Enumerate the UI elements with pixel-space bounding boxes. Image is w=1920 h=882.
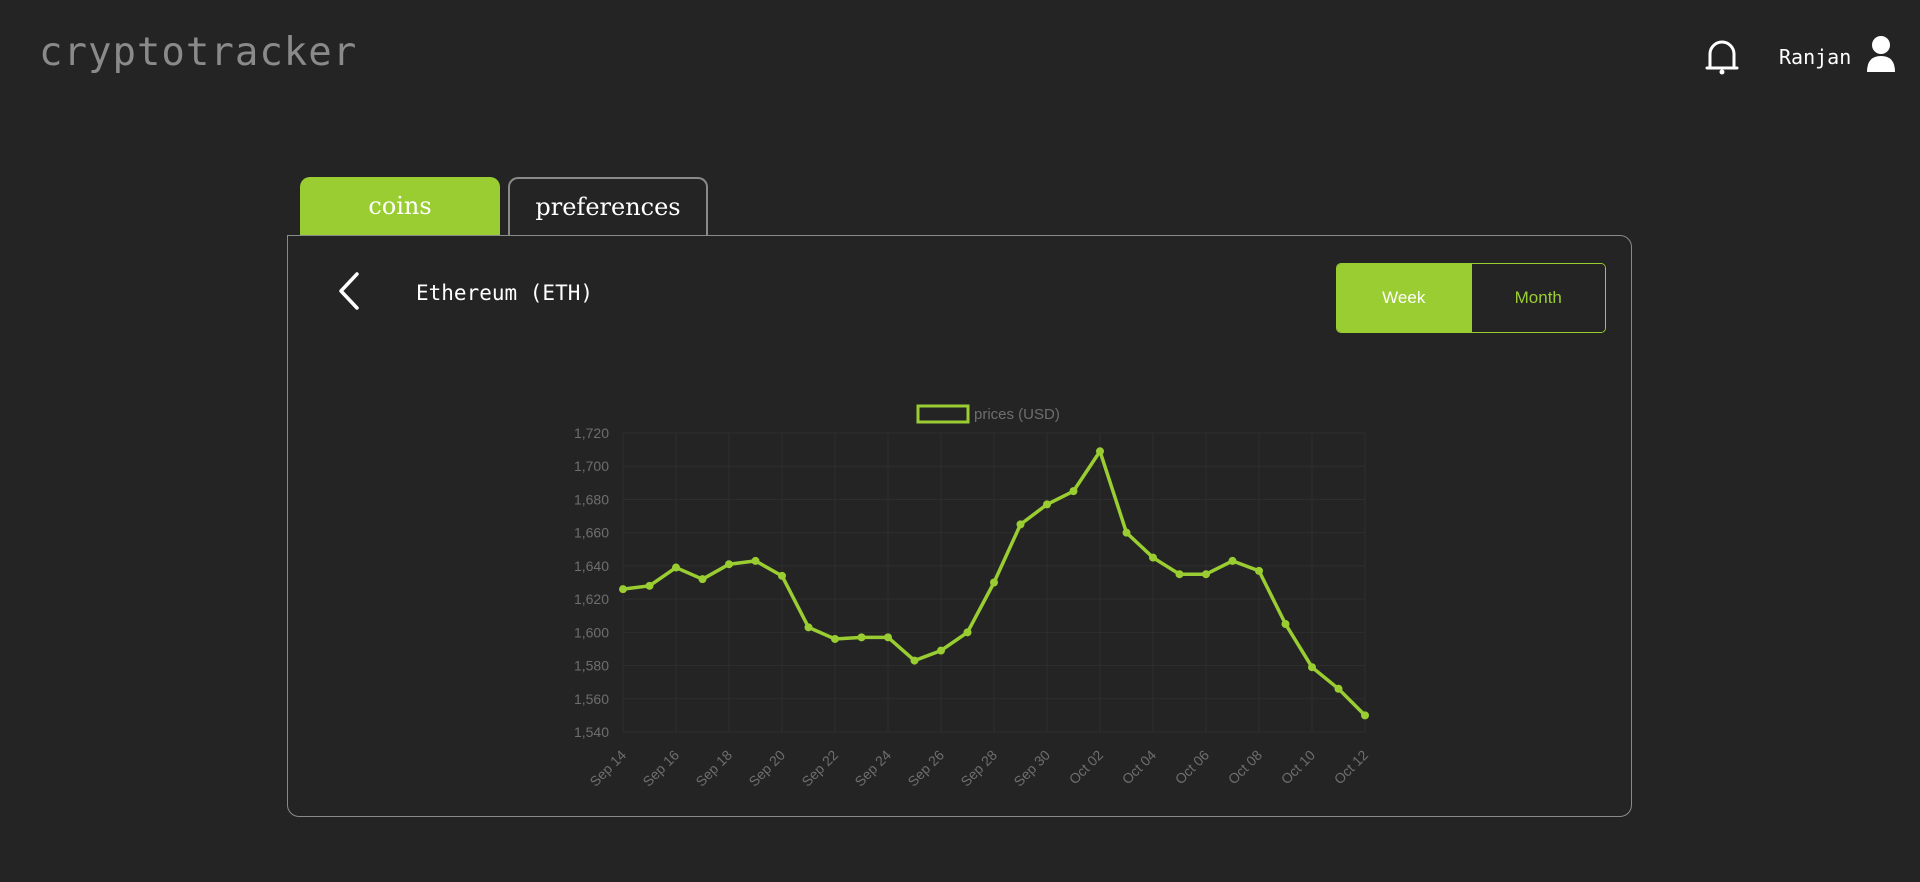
x-tick-label: Oct 06 — [1172, 747, 1213, 788]
y-tick-label: 1,620 — [574, 591, 609, 607]
y-tick-label: 1,640 — [574, 558, 609, 574]
x-tick-label: Sep 20 — [745, 747, 788, 790]
data-point — [778, 571, 786, 580]
data-point — [1122, 528, 1131, 537]
x-tick-label: Oct 08 — [1225, 747, 1266, 788]
x-tick-label: Sep 22 — [798, 747, 841, 790]
price-line-chart: 1,540 1,560 1,580 1,600 1,620 1,640 1,660 1,680… — [574, 404, 1372, 790]
data-point — [725, 560, 733, 569]
data-point — [1334, 684, 1343, 693]
x-tick-label: Oct 10 — [1278, 747, 1319, 788]
bell-icon[interactable] — [1705, 38, 1739, 76]
legend-label: prices (USD) — [974, 406, 1060, 423]
x-tick-label: Sep 16 — [639, 747, 682, 790]
coin-detail-panel: Ethereum (ETH) Week Month 1,540 1,560 1,58… — [287, 235, 1632, 817]
data-point — [1096, 447, 1104, 456]
data-point — [1308, 663, 1316, 672]
data-point — [751, 556, 760, 565]
y-tick-label: 1,700 — [574, 458, 609, 474]
data-point — [937, 646, 945, 655]
y-tick-label: 1,720 — [574, 425, 609, 441]
y-tick-label: 1,580 — [574, 658, 609, 674]
data-point — [1255, 566, 1263, 575]
data-point — [1361, 711, 1369, 720]
data-point — [1202, 570, 1210, 579]
user-icon[interactable] — [1865, 35, 1897, 73]
data-point — [672, 563, 680, 572]
y-tick-label: 1,680 — [574, 491, 609, 507]
data-point — [884, 633, 892, 642]
username-label[interactable]: Ranjan — [1779, 45, 1851, 69]
tab-preferences[interactable]: preferences — [508, 177, 708, 235]
data-point — [831, 634, 839, 643]
legend-swatch — [916, 404, 970, 424]
data-point — [1016, 520, 1025, 529]
data-point — [1149, 553, 1157, 562]
data-point — [857, 633, 866, 642]
y-tick-label: 1,560 — [574, 691, 609, 707]
x-tick-label: Oct 02 — [1066, 747, 1107, 788]
data-point — [910, 656, 919, 665]
x-tick-label: Sep 26 — [904, 747, 947, 790]
data-point — [1281, 620, 1290, 629]
y-tick-label: 1,660 — [574, 525, 609, 541]
y-tick-label: 1,600 — [574, 624, 609, 640]
x-tick-label: Sep 18 — [692, 747, 735, 790]
x-tick-label: Sep 24 — [851, 747, 894, 790]
data-point — [1228, 556, 1237, 565]
x-tick-label: Oct 04 — [1119, 747, 1160, 788]
data-point — [990, 578, 998, 587]
data-point — [1043, 500, 1051, 509]
x-tick-label: Sep 28 — [957, 747, 1000, 790]
data-point — [1069, 487, 1078, 496]
app-logo[interactable]: cryptotracker — [39, 30, 357, 75]
x-tick-label: Oct 12 — [1331, 747, 1372, 788]
data-point — [698, 575, 707, 584]
tab-coins[interactable]: coins — [300, 177, 500, 235]
y-tick-label: 1,540 — [574, 724, 609, 740]
data-point — [645, 581, 654, 590]
x-tick-label: Sep 14 — [586, 747, 629, 790]
data-point — [619, 585, 627, 594]
data-point — [804, 623, 813, 632]
data-point — [1175, 570, 1184, 579]
x-tick-label: Sep 30 — [1010, 747, 1053, 790]
data-point — [963, 628, 972, 637]
